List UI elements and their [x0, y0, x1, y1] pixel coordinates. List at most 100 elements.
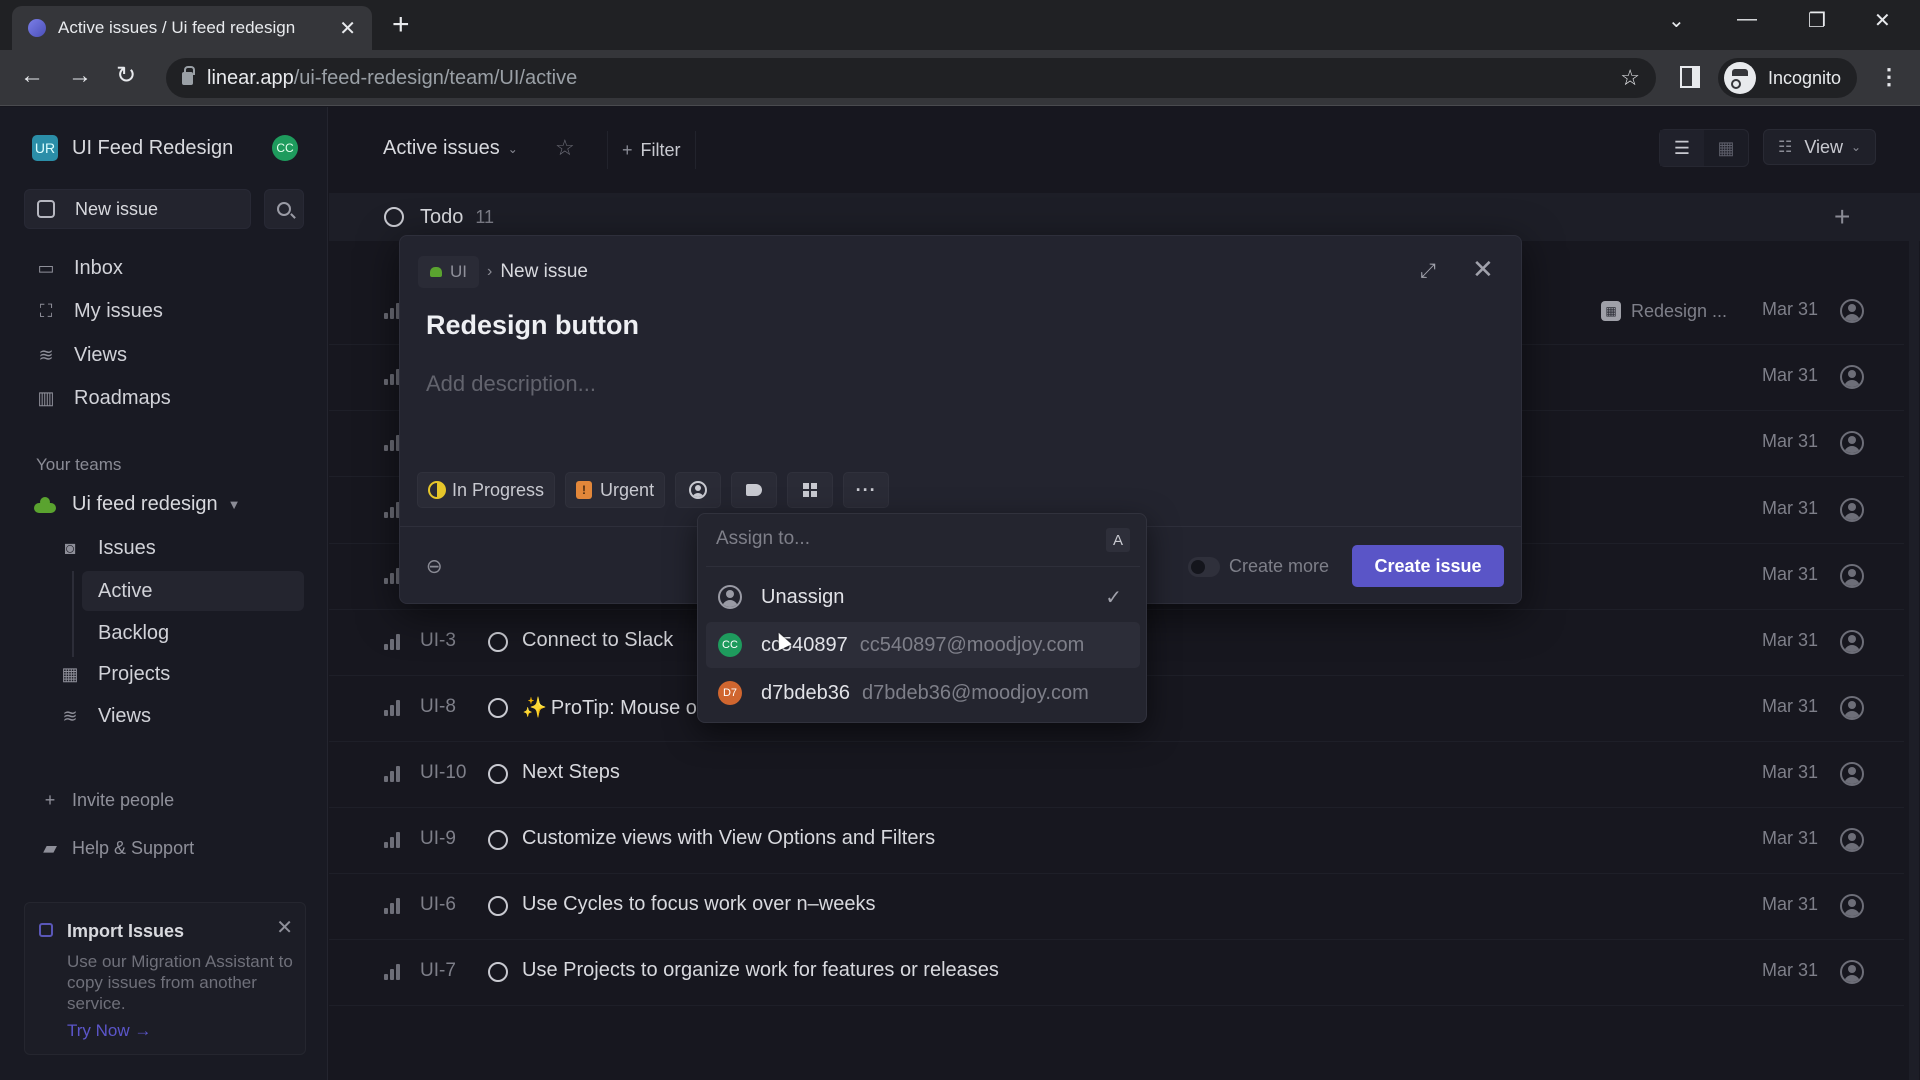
issue-id: UI-8 [420, 696, 456, 717]
assignee-avatar-icon[interactable] [1840, 431, 1864, 455]
help-support-link[interactable]: ▰ Help & Support [40, 838, 194, 859]
favorite-star-icon[interactable]: ☆ [555, 135, 575, 161]
sidebar-item-active[interactable]: Active [82, 571, 304, 611]
issue-row[interactable]: UI-10 Next Steps Mar 31 [329, 742, 1904, 808]
sidebar-item-team-views[interactable]: ≋ Views [60, 705, 151, 728]
priority-bars-icon[interactable] [384, 700, 402, 716]
browser-tab[interactable]: Active issues / Ui feed redesign ✕ [12, 6, 372, 50]
priority-bars-icon[interactable] [384, 964, 402, 980]
assign-option-unassign[interactable]: Unassign ✓ [706, 574, 1140, 620]
assign-option-cc540897[interactable]: CC cc540897 cc540897@moodjoy.com [706, 622, 1140, 668]
sidebar-item-views[interactable]: ≋ Views [36, 344, 127, 367]
sidebar-item-issues[interactable]: ◙ Issues [60, 537, 156, 560]
new-issue-button[interactable]: New issue [24, 189, 251, 229]
todo-status-icon[interactable] [488, 962, 508, 982]
status-chip[interactable]: In Progress [417, 472, 556, 508]
url-bar[interactable]: linear.app/ui-feed-redesign/team/UI/acti… [166, 58, 1656, 98]
create-more-toggle[interactable] [1188, 557, 1220, 577]
group-header-todo[interactable]: Todo 11 + [329, 193, 1920, 241]
assignee-avatar-icon[interactable] [1840, 894, 1864, 918]
assign-search-input[interactable] [716, 528, 1076, 550]
sidebar-item-my-issues[interactable]: ⛶ My issues [36, 300, 163, 323]
todo-status-icon[interactable] [488, 632, 508, 652]
team-chip[interactable]: UI [418, 256, 479, 288]
side-panel-icon[interactable] [1680, 66, 1700, 88]
assignee-avatar-icon[interactable] [1840, 828, 1864, 852]
close-window-button[interactable]: ✕ [1874, 8, 1891, 33]
assign-option-d7bdeb36[interactable]: D7 d7bdeb36 d7bdeb36@moodjoy.com [706, 670, 1140, 716]
priority-chip[interactable]: ! Urgent [565, 472, 666, 508]
issue-date: Mar 31 [1762, 564, 1819, 584]
your-teams-label: Your teams [36, 455, 122, 474]
label-chip[interactable] [731, 472, 778, 508]
browser-menu-icon[interactable]: ⋮ [1878, 64, 1900, 90]
new-tab-button[interactable]: + [392, 10, 410, 40]
back-button[interactable]: ← [20, 64, 44, 88]
bookmark-star-icon[interactable]: ☆ [1620, 65, 1640, 91]
team-ui-feed-redesign[interactable]: Ui feed redesign ▼ [34, 493, 241, 516]
invite-people-link[interactable]: + Invite people [40, 790, 174, 811]
restore-button[interactable]: ❐ [1808, 8, 1826, 33]
board-view-icon[interactable]: ▦ [1704, 130, 1748, 166]
sidebar-item-backlog[interactable]: Backlog [82, 613, 304, 653]
issue-description-input[interactable]: Add description... [426, 371, 596, 397]
workspace-switcher[interactable]: UR UI Feed Redesign [32, 135, 233, 161]
minimize-button[interactable]: — [1737, 8, 1757, 31]
forward-button[interactable]: → [68, 64, 92, 88]
priority-bars-icon[interactable] [384, 832, 402, 848]
paperclip-icon[interactable]: ⊘ [420, 552, 450, 582]
list-view-icon[interactable]: ☰ [1660, 130, 1704, 166]
todo-status-icon[interactable] [488, 698, 508, 718]
avatar: D7 [718, 681, 742, 705]
issue-title: Use Projects to organize work for featur… [522, 959, 999, 982]
sidebar-item-inbox[interactable]: ▭ Inbox [36, 257, 123, 280]
reload-button[interactable]: ↻ [116, 64, 136, 88]
priority-bars-icon[interactable] [384, 766, 402, 782]
assignee-avatar-icon[interactable] [1840, 299, 1864, 323]
assignee-chip[interactable] [675, 472, 722, 508]
more-options-chip[interactable]: ··· [843, 472, 890, 508]
try-now-link[interactable]: Try Now → [67, 1021, 151, 1041]
assignee-avatar-icon[interactable] [1840, 365, 1864, 389]
todo-status-icon[interactable] [488, 830, 508, 850]
assignee-avatar-icon[interactable] [1840, 630, 1864, 654]
close-tab-icon[interactable]: ✕ [339, 16, 356, 41]
assignee-avatar-icon[interactable] [1840, 960, 1864, 984]
sidebar-item-projects[interactable]: ▦ Projects [60, 663, 170, 686]
search-icon [277, 202, 291, 216]
user-avatar[interactable]: CC [272, 135, 298, 161]
tab-search-icon[interactable]: ⌄ [1668, 8, 1685, 33]
sparkle-icon: ✨ [522, 697, 547, 719]
view-title-dropdown[interactable]: Active issues ⌄ [383, 137, 518, 160]
issue-title-input[interactable]: Redesign button [426, 310, 639, 341]
import-icon [39, 923, 53, 937]
filter-button[interactable]: + Filter [607, 131, 696, 169]
todo-status-icon[interactable] [488, 764, 508, 784]
project-chip[interactable]: ▦ Redesign ... [1591, 295, 1737, 327]
sidebar-item-label: Inbox [74, 257, 123, 279]
view-options-button[interactable]: ☷ View ⌄ [1763, 129, 1877, 165]
workspace-logo: UR [32, 135, 58, 161]
shortcut-badge: A [1106, 528, 1130, 552]
checkmark-icon: ✓ [1105, 586, 1122, 609]
expand-icon[interactable]: ⤢ [1420, 260, 1436, 283]
close-modal-icon[interactable]: ✕ [1472, 256, 1494, 282]
search-button[interactable] [264, 189, 304, 229]
sidebar-item-roadmaps[interactable]: ▥ Roadmaps [36, 387, 170, 410]
todo-status-icon[interactable] [488, 896, 508, 916]
assignee-avatar-icon[interactable] [1840, 762, 1864, 786]
assignee-avatar-icon[interactable] [1840, 696, 1864, 720]
add-issue-icon[interactable]: + [1834, 201, 1850, 233]
close-icon[interactable]: ✕ [276, 915, 293, 940]
assignee-avatar-icon[interactable] [1840, 564, 1864, 588]
create-issue-button[interactable]: Create issue [1352, 545, 1504, 587]
issue-row[interactable]: UI-7 Use Projects to organize work for fe… [329, 940, 1904, 1006]
assignee-avatar-icon[interactable] [1840, 498, 1864, 522]
project-chip[interactable] [787, 472, 834, 508]
priority-bars-icon[interactable] [384, 898, 402, 914]
issue-row[interactable]: UI-9 Customize views with View Options an… [329, 808, 1904, 874]
issue-row[interactable]: UI-6 Use Cycles to focus work over n–week… [329, 874, 1904, 940]
scrollbar[interactable] [1909, 193, 1919, 1080]
priority-bars-icon[interactable] [384, 634, 402, 650]
incognito-profile-button[interactable]: Incognito [1718, 58, 1858, 98]
